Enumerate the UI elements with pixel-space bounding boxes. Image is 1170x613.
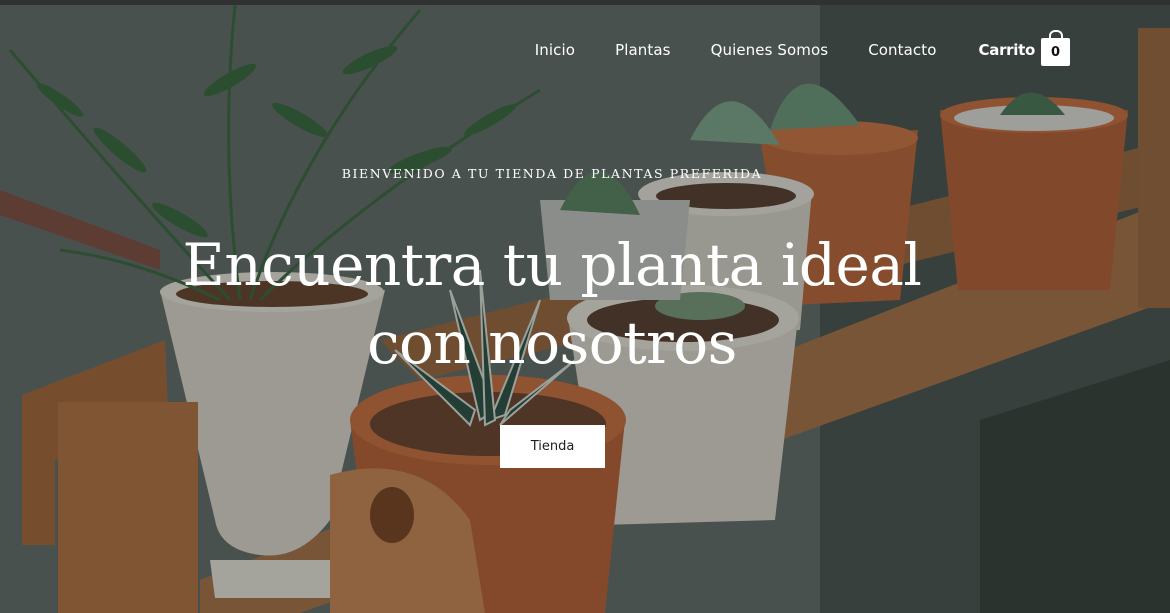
main-navigation: Inicio Plantas Quienes Somos Contacto Ca… <box>495 30 1070 66</box>
browser-top-edge <box>0 0 1170 5</box>
cart-count-badge: 0 <box>1050 44 1061 60</box>
shop-button[interactable]: Tienda <box>500 425 605 468</box>
hero-eyebrow: BIENVENIDO A TU TIENDA DE PLANTAS PREFER… <box>341 166 763 181</box>
nav-link-quienes-somos[interactable]: Quienes Somos <box>711 41 829 59</box>
hero-section: Inicio Plantas Quienes Somos Contacto Ca… <box>0 0 1170 613</box>
nav-link-inicio[interactable]: Inicio <box>535 41 575 59</box>
cart-label: Carrito <box>978 41 1036 59</box>
cart-button[interactable]: Carrito 0 <box>978 30 1070 66</box>
hero-headline-line2: con nosotros <box>367 309 737 377</box>
nav-link-plantas[interactable]: Plantas <box>615 41 671 59</box>
hero-headline-line1: Encuentra tu planta ideal <box>182 231 922 299</box>
nav-link-contacto[interactable]: Contacto <box>868 41 936 59</box>
hero-headline: Encuentra tu planta ideal con nosotros <box>0 226 1104 382</box>
shopping-bag-icon[interactable]: 0 <box>1041 30 1070 66</box>
